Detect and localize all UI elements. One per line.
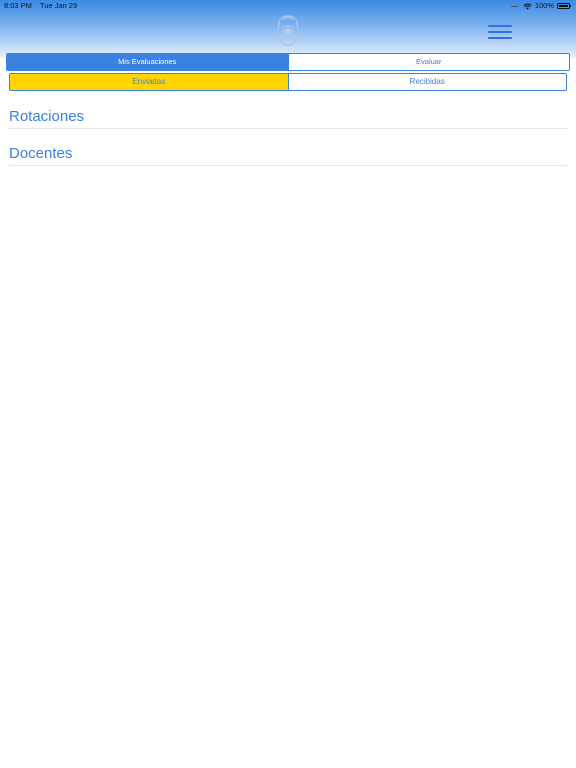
status-date: Tue Jan 29 xyxy=(39,1,78,10)
coat-of-arms-icon xyxy=(277,15,299,47)
battery-icon xyxy=(557,3,571,9)
tab-recibidas[interactable]: Recibidas xyxy=(287,74,566,90)
tab-evaluar[interactable]: Evaluar xyxy=(287,54,569,70)
wifi-icon xyxy=(523,3,532,10)
tab-mis-evaluaciones[interactable]: Mis Evaluaciones xyxy=(7,54,288,70)
main-segmented-control: Mis Evaluaciones Evaluar xyxy=(6,53,570,71)
status-time: 8:03 PM xyxy=(4,1,32,10)
status-bar: 8:03 PM Tue Jan 29 100% xyxy=(0,0,576,12)
section-rotaciones[interactable]: Rotaciones xyxy=(9,108,567,129)
section-docentes[interactable]: Docentes xyxy=(9,145,567,166)
tab-enviadas[interactable]: Enviadas xyxy=(10,74,288,90)
sub-segmented-control: Enviadas Recibidas xyxy=(9,73,567,91)
header-bar: 8:03 PM Tue Jan 29 100% xyxy=(0,0,576,58)
signal-icon xyxy=(510,5,518,7)
menu-button[interactable] xyxy=(486,22,514,42)
battery-percent: 100% xyxy=(534,1,554,10)
